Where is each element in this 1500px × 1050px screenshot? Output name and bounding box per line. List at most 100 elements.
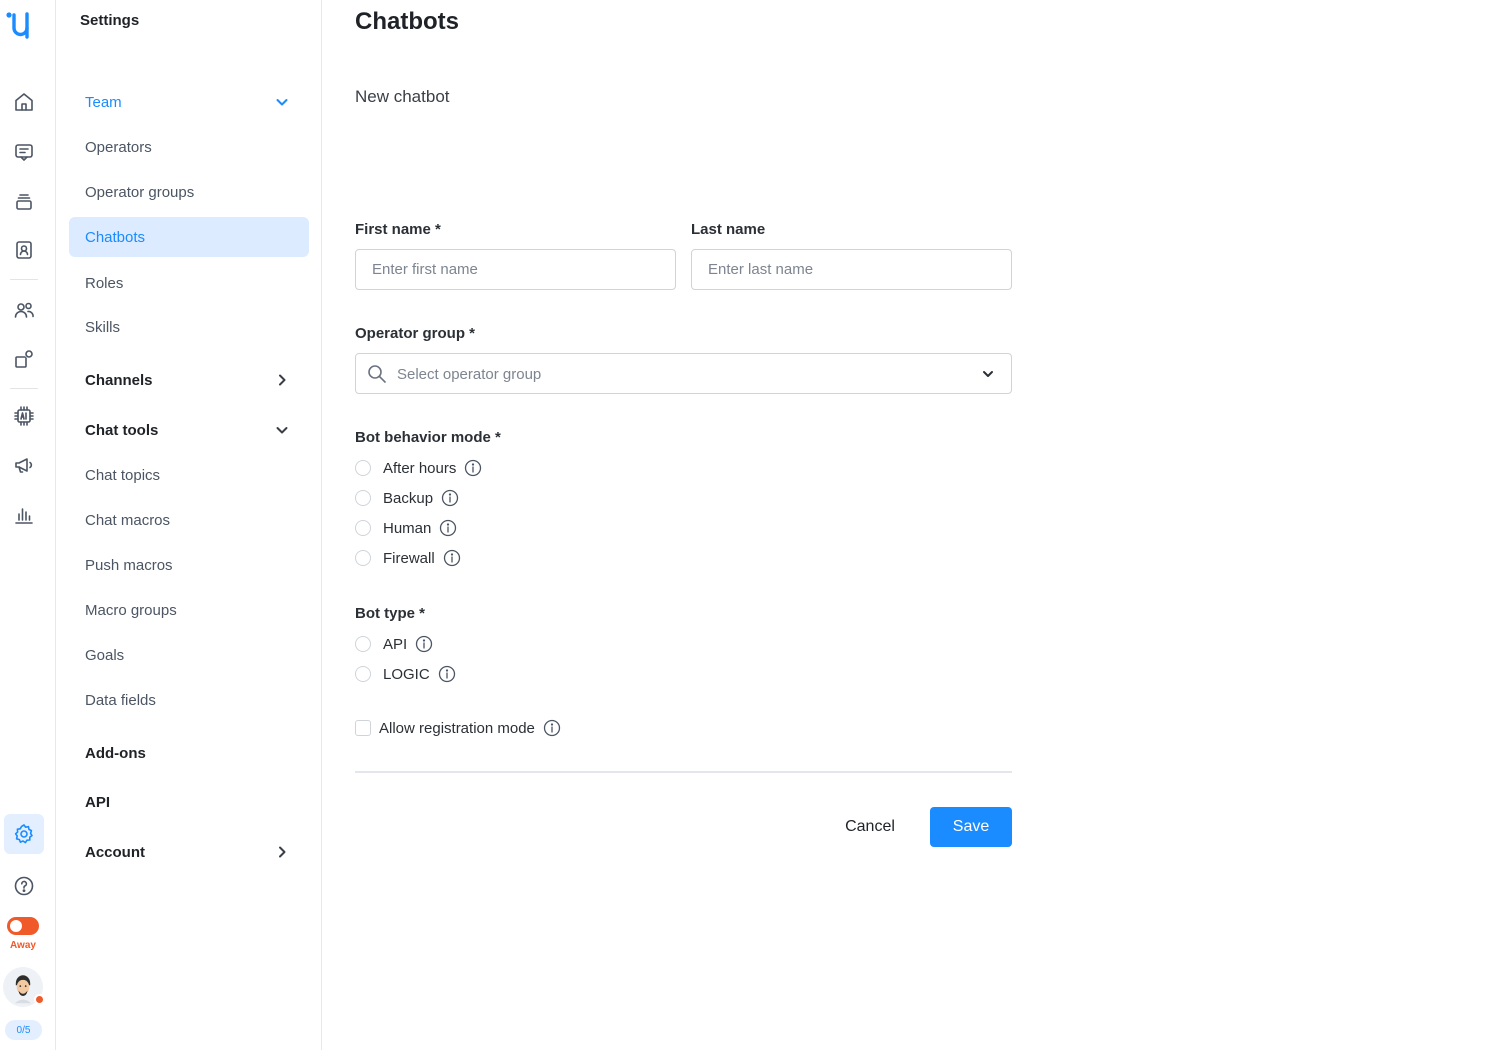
- radio-button[interactable]: [355, 666, 371, 682]
- sidebar-item-label: Goals: [85, 646, 125, 664]
- integrations-icon[interactable]: [4, 339, 44, 379]
- sidebar-item-label: Team: [85, 93, 122, 111]
- sidebar-item-channels[interactable]: Channels: [69, 360, 309, 400]
- help-icon[interactable]: [4, 866, 44, 906]
- sidebar-item-label: Roles: [85, 274, 124, 292]
- sidebar-item-chat-macros[interactable]: Chat macros: [69, 500, 309, 540]
- behavior-mode-label: Bot behavior mode *: [355, 429, 501, 446]
- stack-icon[interactable]: [4, 181, 44, 221]
- sidebar-item-push-macros[interactable]: Push macros: [69, 545, 309, 585]
- info-icon[interactable]: [439, 519, 457, 537]
- search-icon: [366, 363, 388, 385]
- status-dot: [34, 994, 45, 1005]
- sidebar-item-chatbots[interactable]: Chatbots: [69, 217, 309, 257]
- sidebar-item-label: Channels: [85, 371, 153, 389]
- chevron-down-icon: [275, 423, 289, 437]
- form-subtitle: New chatbot: [355, 87, 450, 106]
- sidebar-item-data-fields[interactable]: Data fields: [69, 680, 309, 720]
- info-icon[interactable]: [438, 665, 456, 683]
- sidebar-item-label: Add-ons: [85, 744, 146, 762]
- last-name-input[interactable]: [691, 249, 1012, 290]
- sidebar-item-macro-groups[interactable]: Macro groups: [69, 590, 309, 630]
- option-label: LOGIC: [383, 665, 430, 683]
- allow-registration-checkbox[interactable]: [355, 720, 371, 736]
- info-icon[interactable]: [443, 549, 461, 567]
- option-label: Firewall: [383, 549, 435, 567]
- settings-sidebar: Settings Team Operators Operator groups …: [56, 0, 322, 1050]
- chevron-right-icon: [275, 845, 289, 859]
- sidebar-item-label: Account: [85, 843, 145, 861]
- option-label: Human: [383, 519, 432, 537]
- page-title: Chatbots: [355, 8, 459, 35]
- behavior-option-after-hours[interactable]: After hours: [355, 456, 482, 480]
- ai-chip-icon[interactable]: [4, 396, 44, 436]
- sidebar-item-goals[interactable]: Goals: [69, 635, 309, 675]
- sidebar-item-label: Push macros: [85, 556, 173, 574]
- first-name-label: First name *: [355, 221, 441, 238]
- toggle-knob: [10, 920, 22, 932]
- operator-group-label: Operator group *: [355, 325, 476, 342]
- sidebar-item-roles[interactable]: Roles: [69, 263, 309, 303]
- sidebar-item-label: Data fields: [85, 691, 156, 709]
- behavior-option-firewall[interactable]: Firewall: [355, 546, 461, 570]
- operator-group-select[interactable]: Select operator group: [355, 353, 1012, 394]
- chat-counter-badge: 0/5: [5, 1020, 42, 1040]
- form-divider: [355, 771, 1012, 773]
- chevron-down-icon: [981, 367, 995, 381]
- sidebar-item-api[interactable]: API: [69, 782, 309, 822]
- bot-type-label: Bot type *: [355, 605, 426, 622]
- sidebar-item-account[interactable]: Account: [69, 832, 309, 872]
- sidebar-item-label: Chat topics: [85, 466, 161, 484]
- save-button[interactable]: Save: [930, 807, 1012, 847]
- sidebar-item-label: Skills: [85, 318, 121, 336]
- behavior-option-human[interactable]: Human: [355, 516, 457, 540]
- info-icon[interactable]: [415, 635, 433, 653]
- info-icon[interactable]: [464, 459, 482, 477]
- availability-toggle[interactable]: [7, 917, 39, 935]
- cancel-button[interactable]: Cancel: [830, 807, 910, 847]
- sidebar-item-label: Operators: [85, 138, 152, 156]
- unitalk-logo-icon[interactable]: [4, 6, 40, 42]
- icon-rail: Away 0/5: [0, 0, 56, 1050]
- info-icon[interactable]: [441, 489, 459, 507]
- sidebar-item-label: Macro groups: [85, 601, 177, 619]
- sidebar-item-chat-topics[interactable]: Chat topics: [69, 455, 309, 495]
- bot-type-option-logic[interactable]: LOGIC: [355, 662, 456, 686]
- sidebar-item-addons[interactable]: Add-ons: [69, 733, 309, 773]
- sidebar-item-operator-groups[interactable]: Operator groups: [69, 172, 309, 212]
- home-icon[interactable]: [4, 82, 44, 122]
- sidebar-item-operators[interactable]: Operators: [69, 127, 309, 167]
- chat-icon[interactable]: [4, 132, 44, 172]
- chevron-right-icon: [275, 373, 289, 387]
- chevron-down-icon: [275, 95, 289, 109]
- analytics-icon[interactable]: [4, 495, 44, 535]
- radio-button[interactable]: [355, 490, 371, 506]
- radio-button[interactable]: [355, 460, 371, 476]
- contacts-icon[interactable]: [4, 230, 44, 270]
- sidebar-item-skills[interactable]: Skills: [69, 307, 309, 347]
- info-icon[interactable]: [543, 719, 561, 737]
- status-label: Away: [10, 940, 36, 951]
- allow-registration-row[interactable]: Allow registration mode: [355, 716, 561, 740]
- sidebar-item-chat-tools[interactable]: Chat tools: [69, 410, 309, 450]
- sidebar-item-label: Operator groups: [85, 183, 195, 201]
- people-icon[interactable]: [4, 290, 44, 330]
- sidebar-item-label: Chatbots: [85, 228, 146, 246]
- sidebar-title: Settings: [80, 12, 140, 29]
- avatar[interactable]: [3, 967, 45, 1007]
- gear-icon[interactable]: [4, 814, 44, 854]
- option-label: After hours: [383, 459, 457, 477]
- radio-button[interactable]: [355, 636, 371, 652]
- bot-type-option-api[interactable]: API: [355, 632, 433, 656]
- sidebar-item-label: Chat tools: [85, 421, 159, 439]
- first-name-input[interactable]: [355, 249, 676, 290]
- behavior-option-backup[interactable]: Backup: [355, 486, 459, 510]
- option-label: API: [383, 635, 408, 653]
- radio-button[interactable]: [355, 520, 371, 536]
- option-label: Backup: [383, 489, 434, 507]
- radio-button[interactable]: [355, 550, 371, 566]
- last-name-label: Last name: [691, 221, 766, 238]
- sidebar-item-team[interactable]: Team: [69, 82, 309, 122]
- sidebar-item-label: API: [85, 793, 111, 811]
- megaphone-icon[interactable]: [4, 445, 44, 485]
